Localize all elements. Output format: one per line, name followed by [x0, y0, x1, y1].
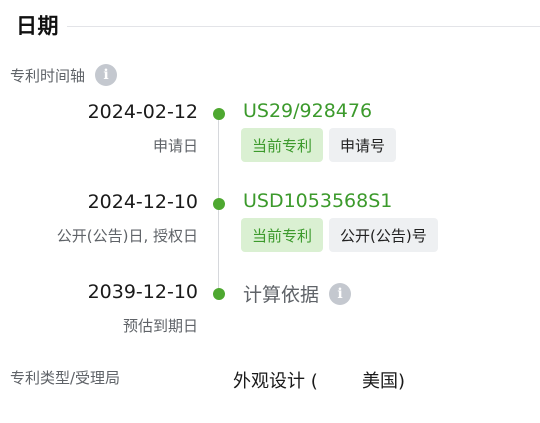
timeline-dot — [213, 288, 225, 300]
patent-number-link[interactable]: US29/928476 — [243, 100, 372, 122]
event-date: 2024-12-10 — [87, 191, 198, 213]
section-title: 日期 — [16, 14, 59, 38]
application-number-tag[interactable]: 申请号 — [329, 128, 397, 162]
event-date: 2024-02-12 — [87, 101, 198, 123]
event-label: 申请日 — [152, 137, 198, 155]
patent-number-link[interactable]: USD1053568S1 — [243, 190, 392, 212]
timeline-dot — [213, 198, 225, 210]
tag-group: 当前专利 申请号 — [241, 128, 397, 162]
timeline-label: 专利时间轴 — [10, 66, 86, 85]
info-icon[interactable]: i — [95, 64, 118, 86]
current-patent-tag: 当前专利 — [241, 128, 324, 162]
event-label: 预估到期日 — [122, 317, 198, 335]
info-icon[interactable]: i — [329, 282, 352, 305]
event-date: 2039-12-10 — [87, 281, 198, 303]
timeline-label-row: 专利时间轴 i — [10, 64, 118, 86]
patent-office-value: 美国) — [362, 371, 406, 392]
calculation-basis: 计算依据 i — [243, 280, 352, 307]
event-label: 公开(公告)日, 授权日 — [56, 227, 198, 245]
section-divider — [67, 25, 540, 27]
timeline-dot — [213, 108, 225, 120]
publication-number-tag[interactable]: 公开(公告)号 — [329, 218, 438, 252]
patent-type-value: 外观设计 ( — [233, 371, 318, 392]
section-header: 日期 — [16, 10, 540, 40]
calculation-basis-label: 计算依据 — [243, 284, 320, 306]
current-patent-tag: 当前专利 — [241, 218, 324, 252]
patent-type-label: 专利类型/受理局 — [10, 369, 121, 387]
tag-group: 当前专利 公开(公告)号 — [241, 218, 438, 252]
